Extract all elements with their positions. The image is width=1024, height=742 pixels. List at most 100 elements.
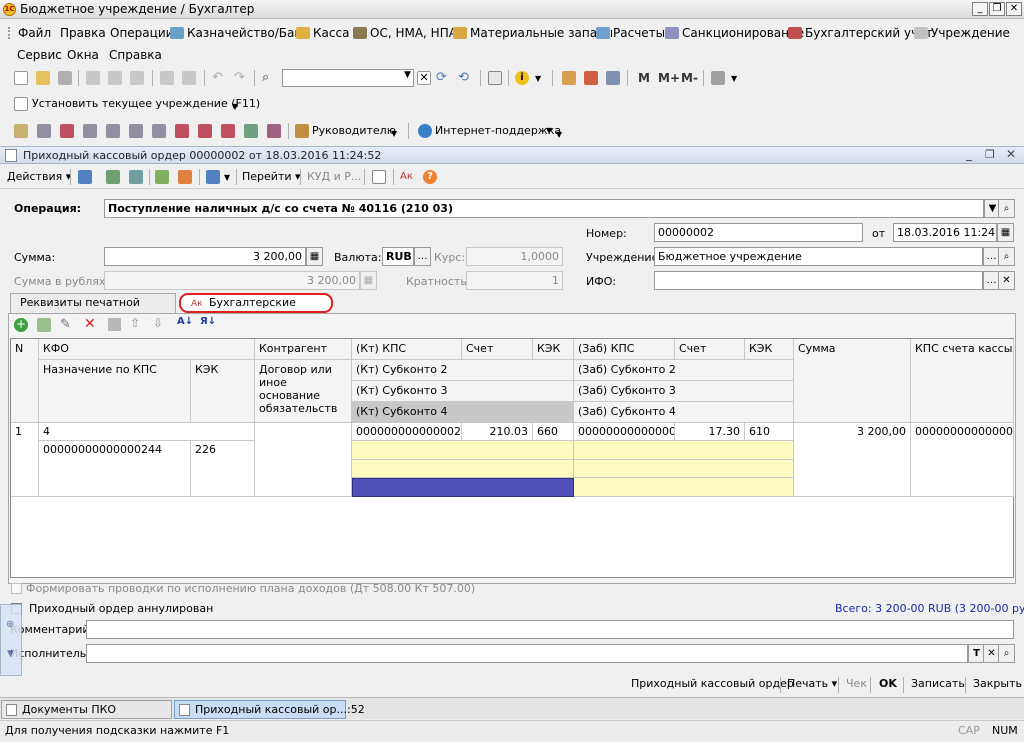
report-icon-6[interactable] [129,124,143,138]
cell-kt-sub3[interactable] [352,460,574,478]
menu-accounting[interactable]: Бухгалтерский учет [788,26,933,40]
tools-dropdown-icon[interactable]: ▼ [731,74,737,83]
menu-help[interactable]: Справка [109,48,162,62]
menu-operations[interactable]: Операции [110,26,173,40]
cell-zab-kps[interactable]: 00000000000000... [574,423,675,441]
sort-asc-icon[interactable]: A↓ [177,316,193,327]
doc-close-icon[interactable]: ✕ [1006,147,1016,161]
cell-kek-kt[interactable]: 660 [533,423,574,441]
minimize-icon[interactable]: _ [972,2,988,16]
add-row-icon[interactable]: + [14,318,28,332]
report-icon-8[interactable] [175,124,189,138]
cell-naznachenie[interactable]: 00000000000000244 [39,441,191,497]
search-input[interactable] [282,69,414,87]
calculator-icon[interactable] [562,71,576,85]
save-icon[interactable] [58,71,72,85]
open-icon[interactable] [36,71,50,85]
help-icon[interactable]: ? [423,170,437,184]
new-icon[interactable] [14,71,28,85]
cell-kek-zab[interactable]: 610 [745,423,794,441]
executor-open-icon[interactable]: ⌕ [998,644,1015,663]
set-institution-button[interactable]: Установить текущее учреждение (F11) [32,97,260,110]
post-icon[interactable] [78,170,92,184]
undo-icon[interactable]: ↶ [212,71,226,85]
task-documents-pko[interactable]: Документы ПКО [1,700,172,719]
side-panel-handle[interactable]: ⊕ ▼ [0,604,22,676]
cell-kek[interactable]: 226 [191,441,255,497]
windows-icon[interactable] [488,71,502,85]
search-icon[interactable]: ⌕ [262,71,276,85]
print-menu[interactable]: Печать ▾ [787,677,837,690]
move-dropdown-icon[interactable]: ▼ [224,173,230,182]
cell-kontragent[interactable] [255,423,352,497]
report-icon-3[interactable] [60,124,74,138]
menu-cash[interactable]: Касса [296,26,349,40]
pko-print-button[interactable]: Приходный кассовый ордер [631,677,794,690]
cell-summa[interactable]: 3 200,00 [794,423,911,497]
move-up-icon[interactable]: ⇧ [130,316,140,330]
report-icon-10[interactable] [221,124,235,138]
institution-field[interactable]: Бюджетное учреждение [654,247,983,266]
accounting-entries-table[interactable]: N КФО Контрагент (Кт) КПС Счет КЭК (Заб)… [10,338,1014,578]
report-icon-4[interactable] [83,124,97,138]
currency-select-icon[interactable]: … [414,247,431,266]
actions-menu[interactable]: Действия ▾ [7,170,71,183]
internet-support-button[interactable]: Интернет-поддержка [435,124,561,137]
executor-field[interactable] [86,644,968,663]
task-pko-current[interactable]: Приходный кассовый ор...:52 [174,700,365,719]
memory-minus-button[interactable]: M- [681,71,698,85]
comment-field[interactable] [86,620,1014,639]
menu-windows[interactable]: Окна [67,48,99,62]
cell-kps-kassy[interactable]: 00000000000000... [911,423,1014,497]
toolbar-overflow-icon[interactable]: ▼ [556,130,562,139]
report-icon-2[interactable] [37,124,51,138]
menu-materials[interactable]: Материальные запасы [453,26,613,40]
menu-fixed-assets[interactable]: ОС, НМА, НПА [353,26,457,40]
post-and-close-icon[interactable] [106,170,120,184]
tab-print-form[interactable]: Реквизиты печатной формы [10,293,176,327]
cell-zab-sub3[interactable] [574,460,794,478]
create-based-icon[interactable] [155,170,169,184]
close-icon[interactable]: ✕ [1006,2,1022,16]
ifo-field[interactable] [654,271,983,290]
info-icon[interactable]: i [515,71,529,85]
report-icon-12[interactable] [267,124,281,138]
preview-icon[interactable] [182,71,196,85]
cell-kt-sub4-selected[interactable] [352,478,574,497]
doc-minimize-icon[interactable]: _ [966,147,972,161]
sum-calculator-icon[interactable]: ▦ [306,247,323,266]
operation-open-icon[interactable]: ⌕ [998,199,1015,218]
copy-row-icon[interactable] [37,318,51,332]
print-icon[interactable] [160,71,174,85]
goto-menu[interactable]: Перейти ▾ [242,170,301,183]
cell-zab-sub2[interactable] [574,441,794,460]
structure-icon[interactable] [178,170,192,184]
restore-icon[interactable]: ❐ [989,2,1005,16]
ifo-clear-icon[interactable]: ✕ [998,271,1015,290]
cell-kt-sub2[interactable] [352,441,574,460]
save-button[interactable]: Записать [911,677,965,690]
report-icon-5[interactable] [106,124,120,138]
refresh-icon[interactable] [129,170,143,184]
search-dropdown-icon[interactable]: ▼ [404,70,411,80]
find-prev-icon[interactable]: ⟲ [458,71,472,85]
move-down-icon[interactable]: ⇩ [153,316,163,330]
income-plan-checkbox[interactable] [11,583,22,594]
find-next-icon[interactable]: ⟳ [436,71,450,85]
sort-desc-icon[interactable]: Я↓ [200,316,216,327]
operation-field[interactable]: Поступление наличных д/с со счета № 4011… [104,199,984,218]
report-icon-11[interactable] [244,124,258,138]
calendar-icon[interactable] [584,71,598,85]
copy-icon[interactable] [108,71,122,85]
sum-field[interactable]: 3 200,00 [104,247,306,266]
info-dropdown-icon[interactable]: ▼ [535,74,541,83]
managers-dropdown-icon[interactable]: ▼ [391,129,397,138]
managers-button[interactable]: Руководителю [312,124,396,137]
cell-kt-kps[interactable]: 000000000000002... [352,423,462,441]
dt-kt-icon[interactable]: Ак [400,170,414,184]
cell-schet-kt[interactable]: 210.03 [462,423,533,441]
memory-plus-button[interactable]: M+ [658,71,680,85]
menu-sanction[interactable]: Санкционирование [665,26,804,40]
menu-file[interactable]: Файл [8,26,51,40]
report-icon-1[interactable] [14,124,28,138]
